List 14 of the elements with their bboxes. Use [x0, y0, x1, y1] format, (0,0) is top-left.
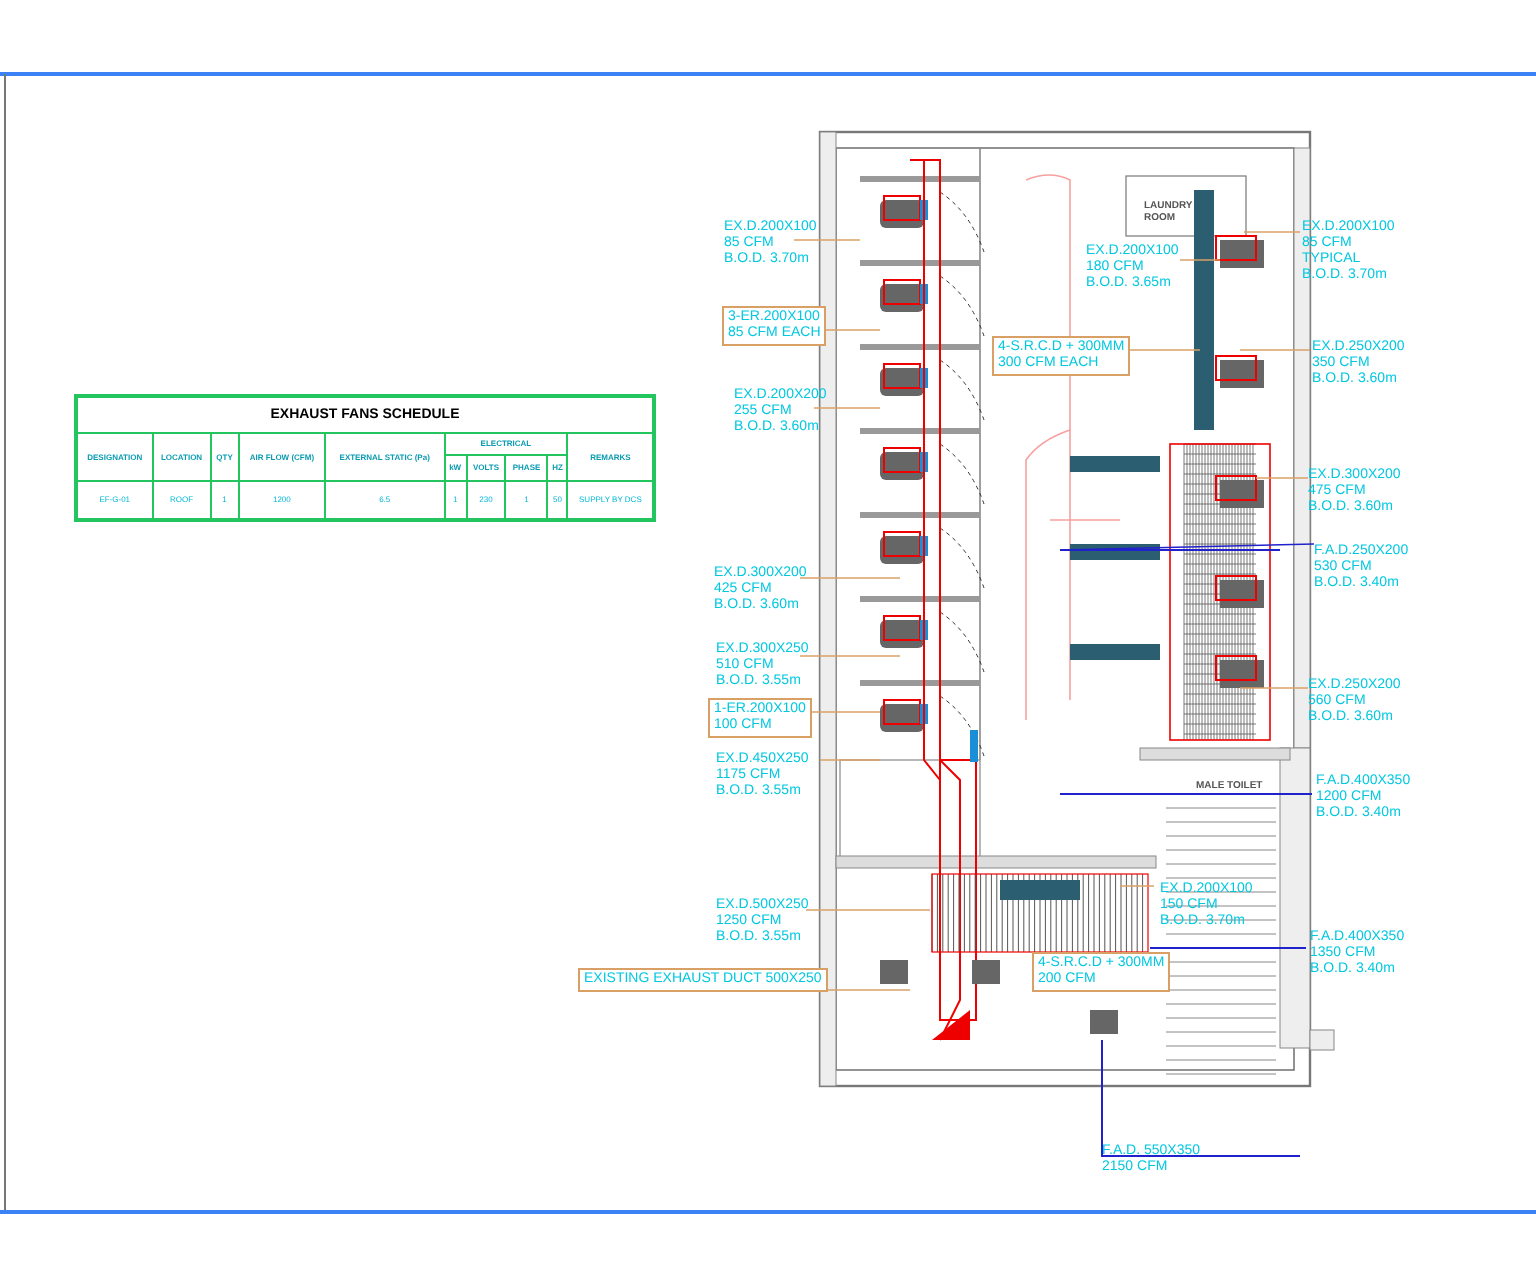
leader-line [1239, 687, 1309, 689]
leader-line [1119, 885, 1155, 887]
leader-line [799, 655, 901, 657]
leader-line [1243, 231, 1301, 233]
leader-line [1255, 477, 1309, 479]
leader-line [793, 239, 861, 241]
leader-line [1239, 349, 1311, 351]
leader-line [819, 759, 881, 761]
leader-line [799, 577, 901, 579]
supply-duct-line [1289, 947, 1307, 949]
leader-line [1179, 259, 1221, 261]
leader-line [813, 407, 881, 409]
leader-line [805, 909, 931, 911]
supply-duct-line [1289, 793, 1313, 795]
